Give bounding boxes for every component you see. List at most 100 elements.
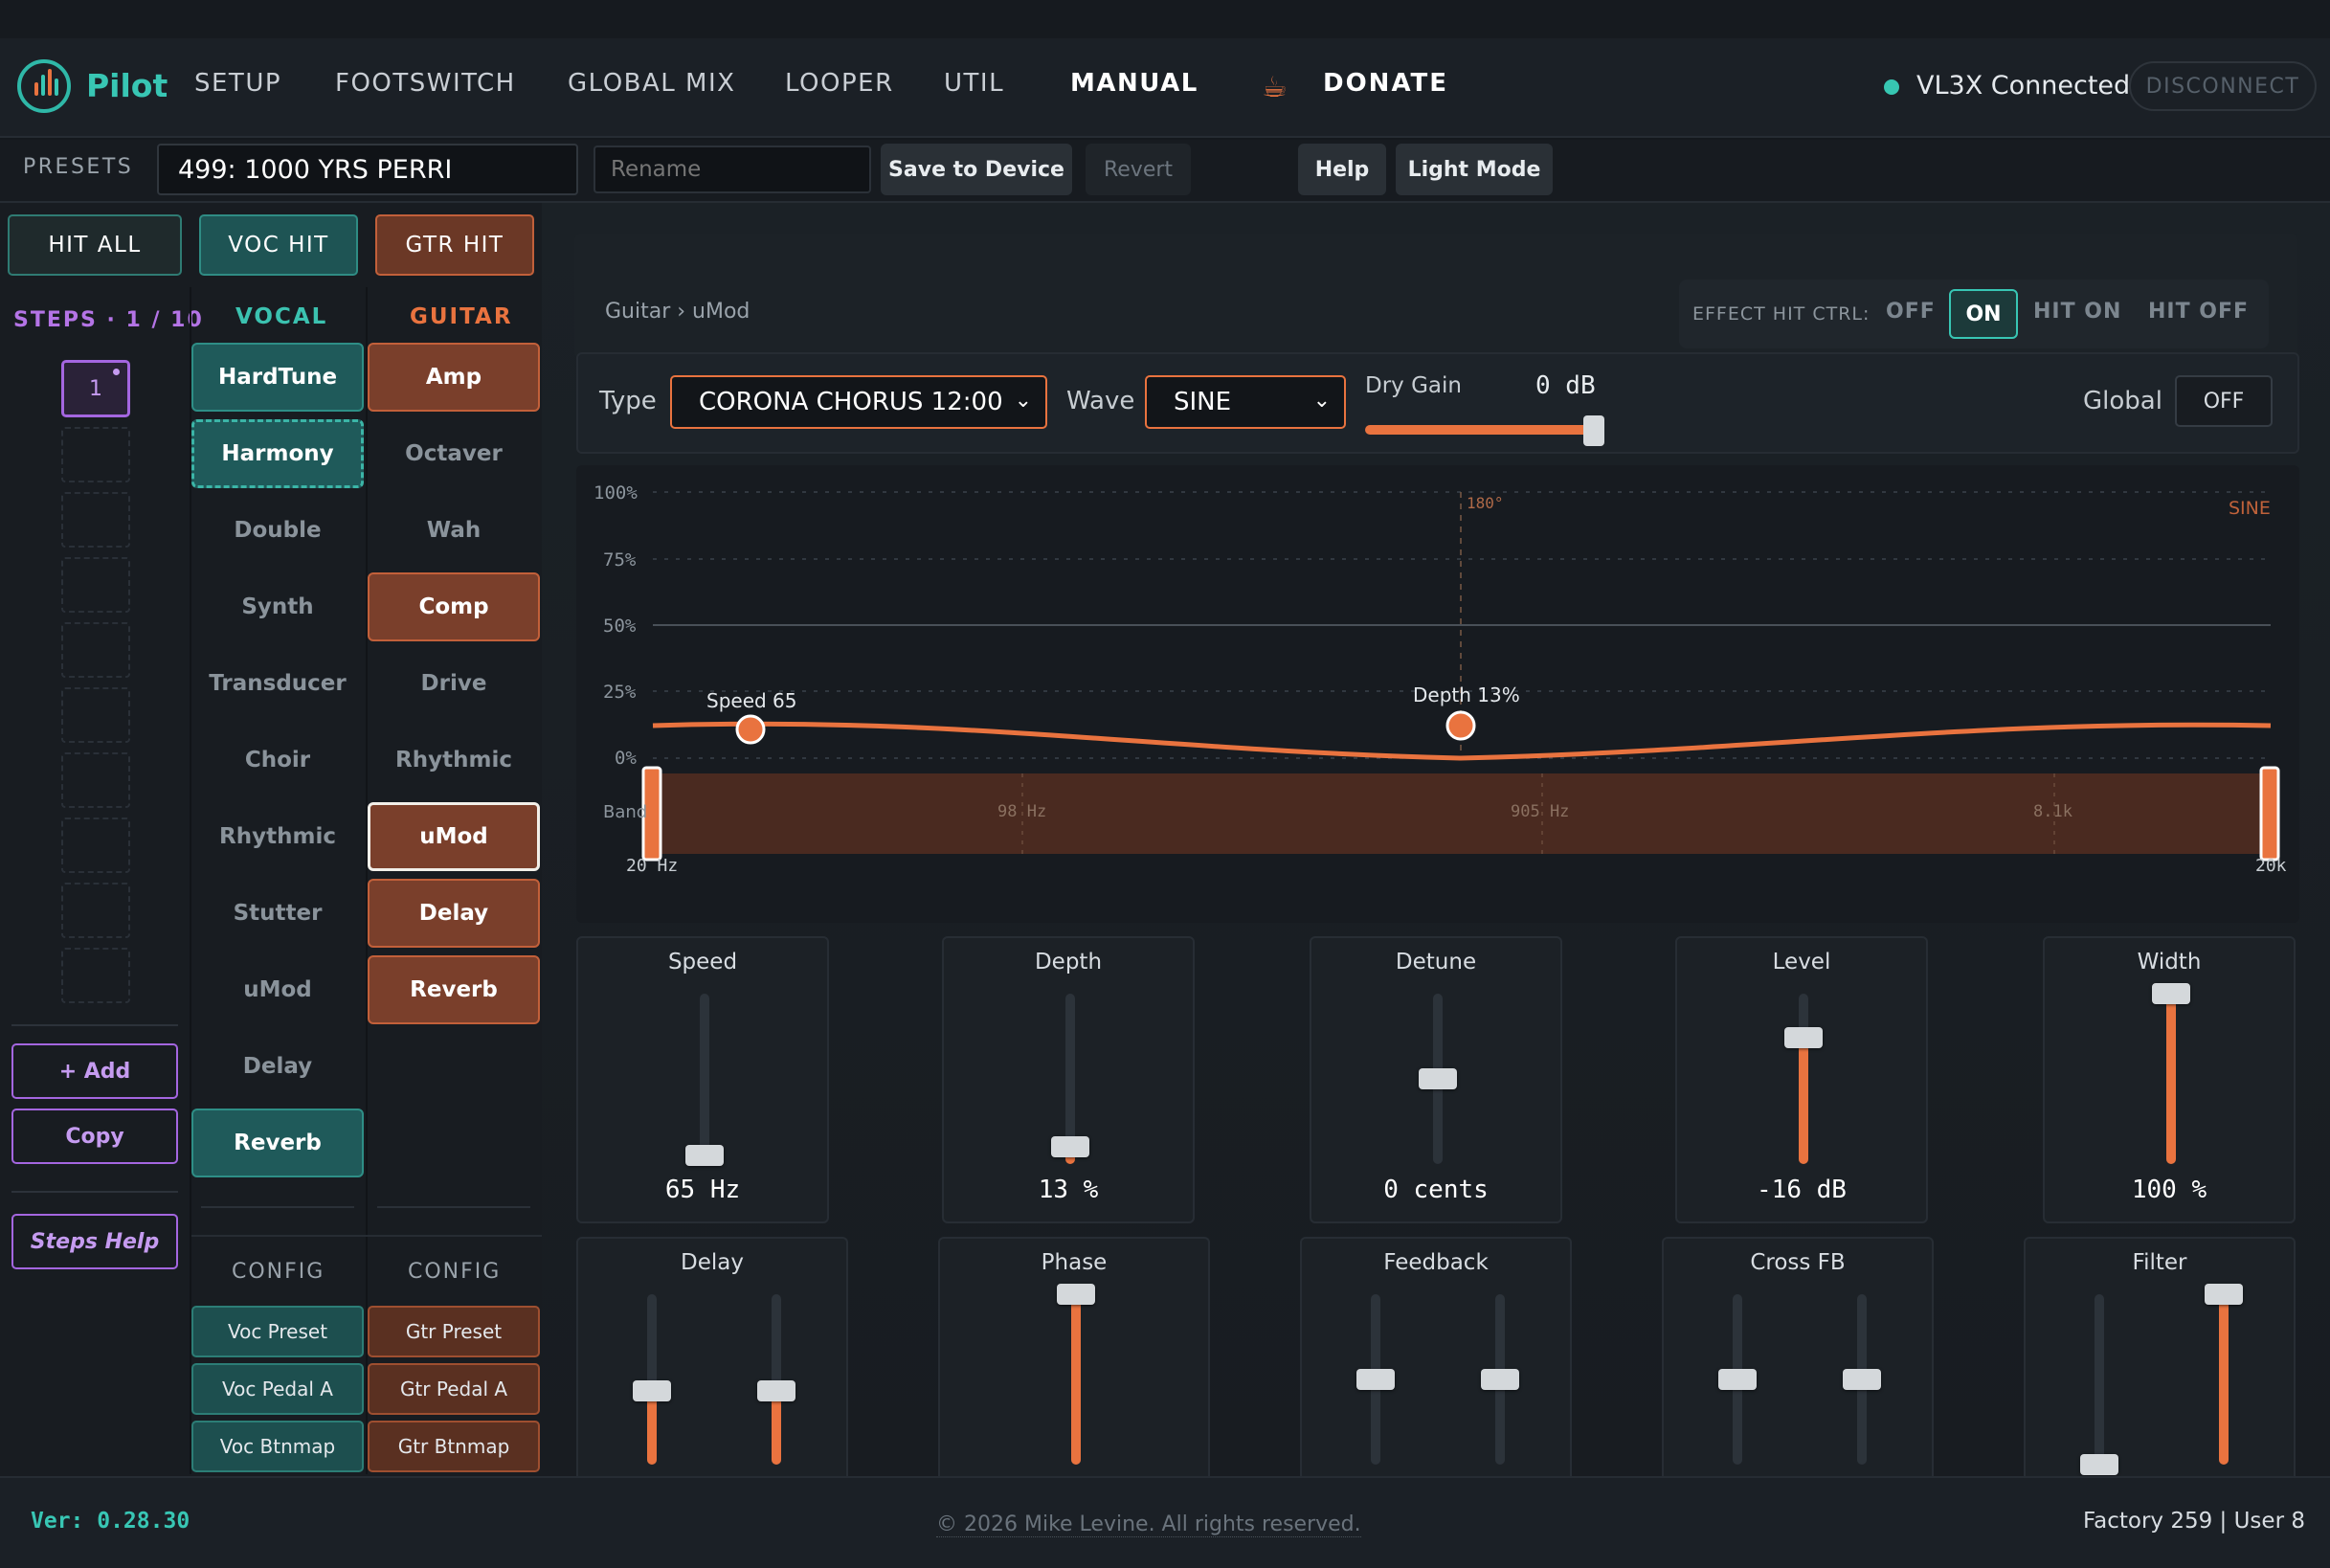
- slider-thumb[interactable]: [2080, 1454, 2118, 1475]
- slider-thumb[interactable]: [1718, 1369, 1757, 1390]
- y-tick: 25%: [603, 682, 637, 703]
- slider-track[interactable]: [2095, 1294, 2104, 1465]
- vocal-fx-rhythmic[interactable]: Rhythmic: [191, 802, 364, 871]
- help-button[interactable]: Help: [1298, 144, 1386, 195]
- slider-title: Level: [1772, 950, 1831, 974]
- slider-thumb[interactable]: [1481, 1369, 1519, 1390]
- step-slot[interactable]: [61, 687, 130, 743]
- nav-manual[interactable]: MANUAL: [1070, 69, 1199, 98]
- wave-select[interactable]: SINE ⌄: [1145, 375, 1346, 429]
- step-slot[interactable]: [61, 883, 130, 938]
- nav-looper[interactable]: LOOPER: [785, 69, 894, 98]
- rename-input[interactable]: [594, 146, 871, 193]
- slider-thumb[interactable]: [1419, 1068, 1457, 1089]
- hit-ctrl-off[interactable]: OFF: [1886, 300, 1936, 324]
- voc-pedal-a-button[interactable]: Voc Pedal A: [191, 1363, 364, 1415]
- guitar-fx-wah[interactable]: Wah: [368, 496, 540, 565]
- save-to-device-button[interactable]: Save to Device: [881, 144, 1072, 195]
- slider-value: 0 cents: [1383, 1176, 1489, 1204]
- global-toggle-button[interactable]: OFF: [2175, 375, 2273, 427]
- vocal-fx-synth[interactable]: Synth: [191, 572, 364, 641]
- nav-global-mix[interactable]: GLOBAL MIX: [568, 69, 735, 98]
- slider-track[interactable]: [700, 994, 709, 1164]
- slider-card-cross-fb: Cross FB: [1662, 1237, 1934, 1476]
- slider-thumb[interactable]: [2152, 983, 2190, 1004]
- hit-ctrl-on[interactable]: ON: [1949, 289, 2018, 339]
- slider-thumb[interactable]: [1057, 1284, 1095, 1305]
- vocal-fx-stutter[interactable]: Stutter: [191, 879, 364, 948]
- step-slot[interactable]: [61, 492, 130, 548]
- nav-setup[interactable]: SETUP: [194, 69, 281, 98]
- modulation-graph[interactable]: 100% 75% 50% 25% 0% 180° SINE Speed 65 D…: [576, 465, 2299, 923]
- slider-thumb[interactable]: [1843, 1369, 1881, 1390]
- dry-gain-slider-thumb[interactable]: [1583, 415, 1604, 446]
- slider-thumb[interactable]: [1051, 1136, 1089, 1158]
- step-slot[interactable]: [61, 622, 130, 678]
- hit-all-button[interactable]: HIT ALL: [8, 214, 182, 276]
- gtr-hit-button[interactable]: GTR HIT: [375, 214, 534, 276]
- preset-selector[interactable]: 499: 1000 YRS PERRI: [157, 144, 578, 195]
- slider-thumb[interactable]: [757, 1380, 795, 1402]
- light-mode-button[interactable]: Light Mode: [1396, 144, 1553, 195]
- guitar-fx-drive[interactable]: Drive: [368, 649, 540, 718]
- vocal-fx-choir[interactable]: Choir: [191, 726, 364, 795]
- coffee-cup-icon[interactable]: ☕: [1262, 71, 1294, 104]
- slider-card-width: Width 100 %: [2043, 936, 2296, 1223]
- slider-thumb[interactable]: [633, 1380, 671, 1402]
- step-1[interactable]: 1: [61, 360, 130, 417]
- voc-preset-button[interactable]: Voc Preset: [191, 1306, 364, 1357]
- nav-footswitch[interactable]: FOOTSWITCH: [335, 69, 516, 98]
- depth-handle-label: Depth 13%: [1413, 683, 1520, 706]
- voc-hit-button[interactable]: VOC HIT: [199, 214, 358, 276]
- step-slot[interactable]: [61, 557, 130, 613]
- hit-ctrl-hit-off[interactable]: HIT OFF: [2148, 300, 2249, 324]
- step-slot[interactable]: [61, 752, 130, 808]
- freq-tick: 905 Hz: [1511, 802, 1570, 821]
- step-slot[interactable]: [61, 818, 130, 873]
- guitar-fx-octaver[interactable]: Octaver: [368, 419, 540, 488]
- add-step-button[interactable]: + Add: [11, 1043, 178, 1099]
- slider-card-delay: Delay: [576, 1237, 848, 1476]
- slider-fill: [647, 1391, 657, 1465]
- donate-link[interactable]: DONATE: [1323, 69, 1448, 98]
- revert-button[interactable]: Revert: [1086, 144, 1191, 195]
- slider-thumb[interactable]: [685, 1145, 724, 1167]
- gtr-preset-button[interactable]: Gtr Preset: [368, 1306, 540, 1357]
- gtr-btnmap-button[interactable]: Gtr Btnmap: [368, 1421, 540, 1472]
- vocal-fx-hardtune[interactable]: HardTune: [191, 343, 364, 412]
- guitar-fx-comp[interactable]: Comp: [368, 572, 540, 641]
- slider-thumb[interactable]: [1356, 1369, 1395, 1390]
- vocal-fx-double[interactable]: Double: [191, 496, 364, 565]
- slider-thumb[interactable]: [2205, 1284, 2243, 1305]
- guitar-fx-reverb[interactable]: Reverb: [368, 955, 540, 1024]
- slider-title: Depth: [1034, 950, 1103, 974]
- guitar-fx-rhythmic[interactable]: Rhythmic: [368, 726, 540, 795]
- copy-step-button[interactable]: Copy: [11, 1109, 178, 1164]
- slider-card-phase: Phase: [938, 1237, 1210, 1476]
- vocal-config-header: CONFIG: [232, 1260, 325, 1284]
- step-slot[interactable]: [61, 427, 130, 482]
- slider-fill: [1799, 1038, 1808, 1164]
- steps-help-button[interactable]: Steps Help: [11, 1214, 178, 1269]
- copyright-link[interactable]: © 2026 Mike Levine. All rights reserved.: [936, 1512, 1361, 1537]
- vocal-fx-delay[interactable]: Delay: [191, 1032, 364, 1101]
- nav-util[interactable]: UTIL: [944, 69, 1004, 98]
- dry-gain-slider[interactable]: [1365, 425, 1595, 435]
- vocal-fx-reverb[interactable]: Reverb: [191, 1109, 364, 1177]
- vocal-fx-harmony[interactable]: Harmony: [191, 419, 364, 488]
- presets-label: PRESETS: [23, 155, 134, 179]
- disconnect-button[interactable]: DISCONNECT: [2129, 61, 2317, 111]
- guitar-fx-delay[interactable]: Delay: [368, 879, 540, 948]
- vocal-fx-umod[interactable]: uMod: [191, 955, 364, 1024]
- slider-card-detune: Detune 0 cents: [1310, 936, 1562, 1223]
- y-tick: 0%: [615, 748, 637, 769]
- type-select[interactable]: CORONA CHORUS 12:00 ⌄: [670, 375, 1047, 429]
- vocal-fx-transducer[interactable]: Transducer: [191, 649, 364, 718]
- slider-thumb[interactable]: [1784, 1027, 1823, 1049]
- gtr-pedal-a-button[interactable]: Gtr Pedal A: [368, 1363, 540, 1415]
- voc-btnmap-button[interactable]: Voc Btnmap: [191, 1421, 364, 1472]
- guitar-fx-umod[interactable]: uMod: [368, 802, 540, 871]
- hit-ctrl-hit-on[interactable]: HIT ON: [2033, 300, 2121, 324]
- step-slot[interactable]: [61, 948, 130, 1003]
- guitar-fx-amp[interactable]: Amp: [368, 343, 540, 412]
